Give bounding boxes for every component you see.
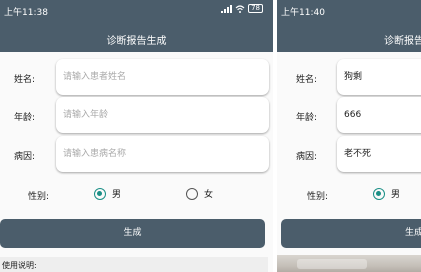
gender-group: 性别: 男 xyxy=(277,184,421,204)
gender-label: 性别: xyxy=(307,192,329,202)
status-bar: 上午11:40 xyxy=(277,0,421,22)
generate-button[interactable]: 生成 xyxy=(0,219,265,248)
gender-male-label: 男 xyxy=(391,190,401,200)
disease-label: 病因: xyxy=(14,152,36,162)
disease-input[interactable]: 请输入患病名称 xyxy=(56,136,269,172)
signal-icon xyxy=(221,4,233,13)
name-row: 姓名: 请输入患者姓名 xyxy=(0,59,273,95)
gender-female-radio[interactable]: 女 xyxy=(186,187,213,200)
age-label: 年龄: xyxy=(14,113,36,123)
generate-button[interactable]: 生成 xyxy=(281,219,421,248)
disease-input[interactable]: 老不死 xyxy=(337,136,421,172)
status-icons: 78 xyxy=(221,4,263,13)
disease-label: 病因: xyxy=(296,152,318,162)
gender-female-label: 女 xyxy=(204,190,214,200)
generate-button-label: 生成 xyxy=(405,228,421,238)
app-bar: 诊断报告生成 xyxy=(0,22,273,52)
age-row: 年龄: 请输入年龄 xyxy=(0,97,273,133)
gender-group: 性别: 男 女 xyxy=(0,184,273,204)
page-title: 诊断报告生成 xyxy=(106,36,167,47)
screen-form-filled: 上午11:40 诊断报告 姓名: 狗剩 年龄: 666 病因: 老不死 性别: … xyxy=(277,0,421,272)
age-label: 年龄: xyxy=(296,113,318,123)
gender-male-label: 男 xyxy=(112,190,122,200)
battery-icon: 78 xyxy=(248,4,263,13)
gender-male-radio[interactable]: 男 xyxy=(94,187,121,200)
age-input[interactable]: 666 xyxy=(337,97,421,133)
radio-unchecked-icon xyxy=(186,187,198,200)
gender-label: 性别: xyxy=(28,192,50,202)
screen-form-empty: 上午11:38 78 诊断报告生成 姓名: 请输入患者姓名 年龄: 请输入年龄 … xyxy=(0,0,273,272)
status-time: 上午11:38 xyxy=(4,8,48,18)
radio-checked-icon xyxy=(373,187,385,200)
disease-row: 病因: 老不死 xyxy=(277,136,421,172)
name-input[interactable]: 请输入患者姓名 xyxy=(56,59,269,95)
gender-male-radio[interactable]: 男 xyxy=(373,187,400,200)
status-bar: 上午11:38 78 xyxy=(0,0,273,22)
name-label: 姓名: xyxy=(14,75,36,85)
age-row: 年龄: 666 xyxy=(277,97,421,133)
report-image xyxy=(277,255,421,272)
age-input[interactable]: 请输入年龄 xyxy=(56,97,269,133)
wifi-icon xyxy=(235,4,245,13)
name-row: 姓名: 狗剩 xyxy=(277,59,421,95)
name-input[interactable]: 狗剩 xyxy=(337,59,421,95)
usage-note: 使用说明: xyxy=(0,257,268,272)
radio-checked-icon xyxy=(94,187,106,200)
disease-row: 病因: 请输入患病名称 xyxy=(0,136,273,172)
page-title: 诊断报告 xyxy=(384,36,421,47)
status-time: 上午11:40 xyxy=(281,8,325,18)
name-label: 姓名: xyxy=(296,75,318,85)
app-bar: 诊断报告 xyxy=(277,22,421,52)
